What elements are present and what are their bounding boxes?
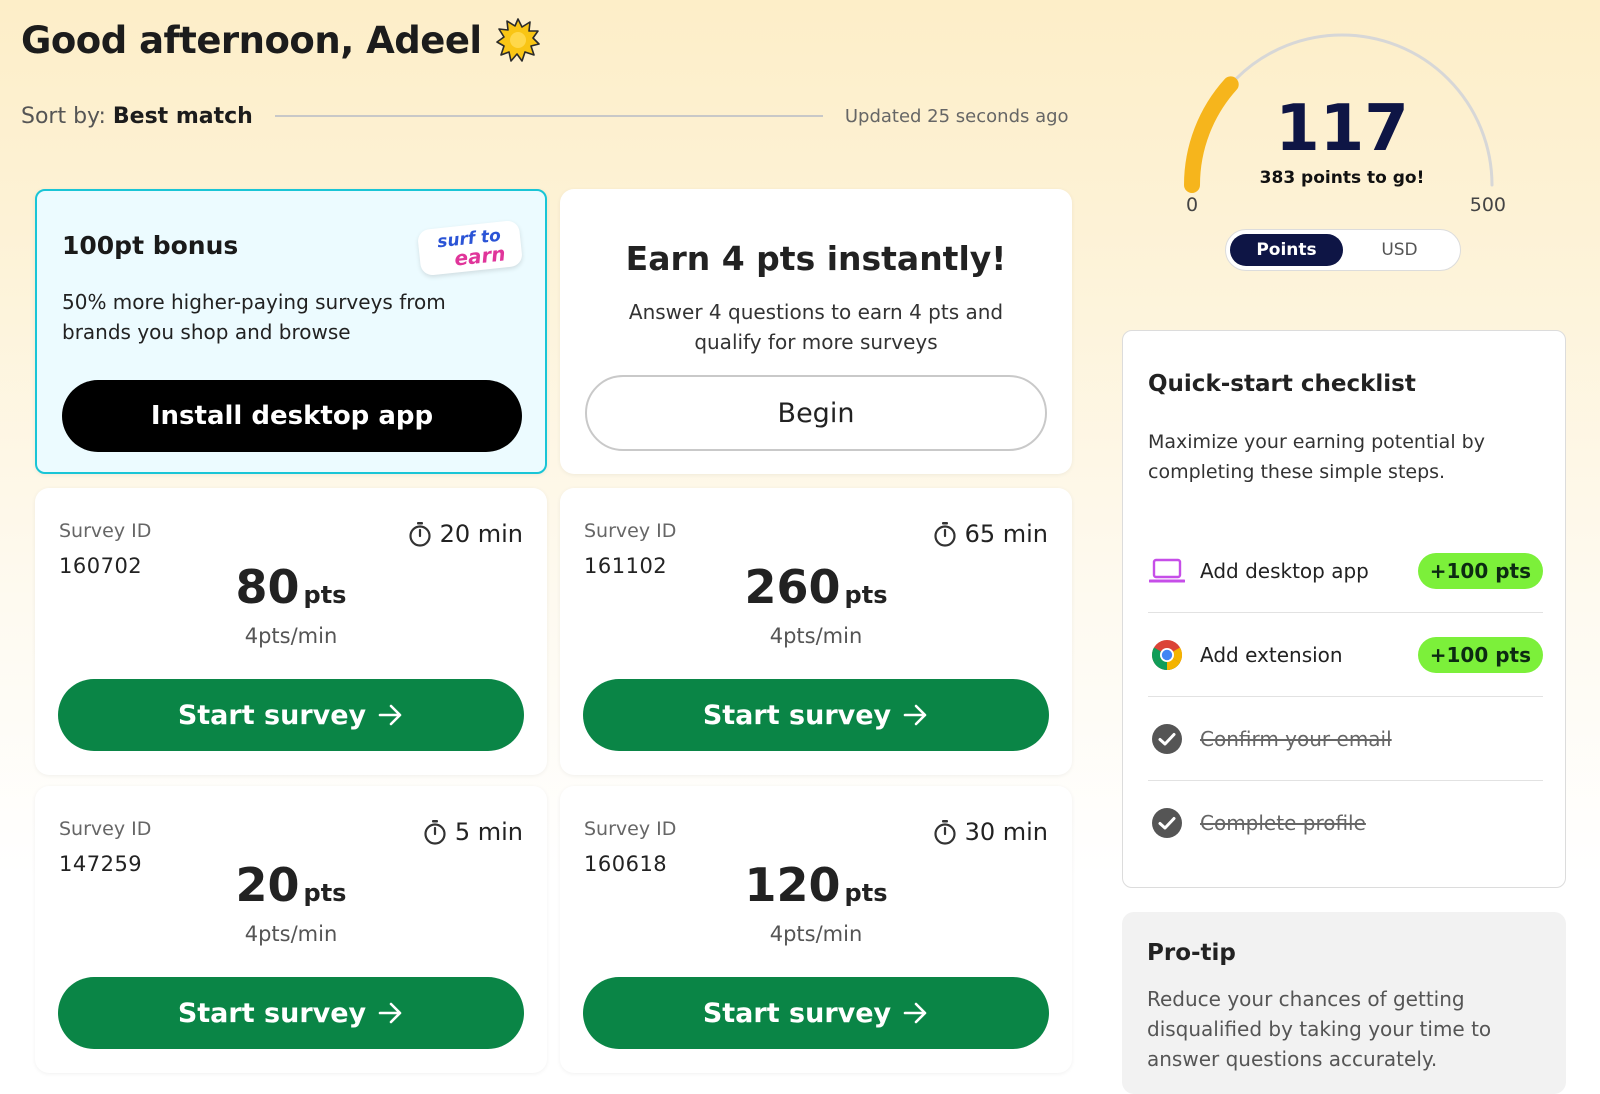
toggle-usd[interactable]: USD (1343, 234, 1456, 266)
survey-points-value: 260 (744, 560, 841, 614)
install-desktop-app-button[interactable]: Install desktop app (62, 380, 522, 452)
survey-rate: 4pts/min (244, 922, 338, 946)
updated-timestamp: Updated 25 seconds ago (844, 105, 1069, 127)
survey-card: Survey ID 160702 20 min 80 pts 4pts/min S… (35, 488, 547, 775)
start-survey-label: Start survey (177, 699, 367, 731)
survey-points-value: 20 (235, 858, 300, 912)
pro-tip-panel: Pro-tip Reduce your chances of getting d… (1122, 912, 1566, 1094)
checklist-item-label: Add extension (1200, 642, 1343, 667)
checklist-item-extension[interactable]: Add extension +100 pts (1148, 613, 1543, 697)
earn-title: Earn 4 pts instantly! (625, 239, 1007, 278)
sort-divider (274, 115, 823, 117)
points-badge: +100 pts (1417, 636, 1543, 673)
bonus-title: 100pt bonus (62, 231, 239, 260)
survey-card: Survey ID 147259 5 min 20 pts 4pts/min St… (35, 786, 547, 1073)
start-survey-button[interactable]: Start survey (58, 977, 524, 1049)
start-survey-button[interactable]: Start survey (58, 679, 524, 751)
survey-points-unit: pts (844, 879, 888, 907)
survey-points-unit: pts (303, 581, 347, 609)
start-survey-label: Start survey (702, 997, 892, 1029)
survey-rate: 4pts/min (244, 624, 338, 648)
arrow-right-icon (903, 1002, 927, 1024)
stopwatch-icon (933, 522, 956, 547)
survey-points: 20 pts (35, 858, 547, 912)
survey-card: Survey ID 160618 30 min 120 pts 4pts/min … (560, 786, 1072, 1073)
start-survey-label: Start survey (177, 997, 367, 1029)
checklist-description: Maximize your earning potential by compl… (1148, 431, 1485, 483)
survey-id-label: Survey ID (584, 818, 677, 840)
survey-id-label: Survey ID (59, 818, 152, 840)
points-to-go: 383 points to go! (1259, 168, 1425, 188)
survey-duration: 20 min (408, 520, 523, 548)
toggle-points[interactable]: Points (1230, 234, 1343, 266)
survey-card: Survey ID 161102 65 min 260 pts 4pts/min … (560, 488, 1072, 775)
arrow-right-icon (378, 1002, 402, 1024)
start-survey-label: Start survey (702, 699, 892, 731)
survey-points-unit: pts (844, 581, 888, 609)
checklist-item-desktop-app[interactable]: Add desktop app +100 pts (1148, 529, 1543, 613)
gauge-max-label: 500 (1469, 194, 1506, 216)
logo-text-2: earn (453, 241, 507, 271)
survey-points: 80 pts (35, 560, 547, 614)
check-circle-icon (1148, 720, 1186, 758)
checklist-item-label: Add desktop app (1200, 558, 1369, 583)
stopwatch-icon (408, 522, 431, 547)
checklist-item-label: Complete profile (1200, 811, 1366, 835)
pro-tip-title: Pro-tip (1147, 940, 1236, 966)
survey-duration-text: 30 min (964, 818, 1048, 846)
sun-icon (495, 18, 540, 62)
points-gauge: 117 383 points to go! 0 500 (1172, 22, 1512, 222)
survey-points: 260 pts (560, 560, 1072, 614)
arrow-right-icon (378, 704, 402, 726)
greeting-heading: Good afternoon, Adeel (21, 18, 540, 62)
bonus-description: 50% more higher-paying surveys from bran… (62, 290, 446, 344)
points-badge: +100 pts (1417, 552, 1543, 589)
currency-toggle: Points USD (1225, 229, 1461, 271)
points-balance: 117 (1275, 92, 1409, 166)
survey-duration: 5 min (423, 818, 523, 846)
check-circle-icon (1148, 804, 1186, 842)
laptop-icon (1148, 552, 1186, 590)
stopwatch-icon (933, 820, 956, 845)
survey-rate: 4pts/min (769, 624, 863, 648)
survey-id-label: Survey ID (59, 520, 152, 542)
survey-id-label: Survey ID (584, 520, 677, 542)
survey-duration: 30 min (933, 818, 1048, 846)
survey-duration-text: 20 min (439, 520, 523, 548)
sort-bar: Sort by: Best match Updated 25 seconds a… (21, 100, 1086, 132)
gauge-min-label: 0 (1186, 194, 1199, 216)
survey-points-value: 80 (235, 560, 300, 614)
survey-duration-text: 5 min (454, 818, 523, 846)
checklist-title: Quick-start checklist (1148, 371, 1416, 397)
start-survey-button[interactable]: Start survey (583, 977, 1049, 1049)
arrow-right-icon (903, 704, 927, 726)
survey-duration: 65 min (933, 520, 1048, 548)
bonus-card: 100pt bonus surf to earn 50% more higher… (35, 189, 547, 474)
survey-rate: 4pts/min (769, 922, 863, 946)
survey-points-value: 120 (744, 858, 841, 912)
earn-instantly-card: Earn 4 pts instantly! Answer 4 questions… (560, 189, 1072, 474)
earn-description: Answer 4 questions to earn 4 pts and qua… (628, 300, 1004, 354)
pro-tip-text: Reduce your chances of getting disqualif… (1147, 987, 1492, 1071)
greeting-text: Good afternoon, Adeel (21, 18, 482, 62)
sort-dropdown[interactable]: Best match (113, 104, 253, 129)
begin-button[interactable]: Begin (585, 375, 1047, 451)
stopwatch-icon (424, 820, 446, 845)
quick-start-checklist: Quick-start checklist Maximize your earn… (1122, 330, 1566, 888)
survey-duration-text: 65 min (964, 520, 1048, 548)
surf-to-earn-logo: surf to earn (416, 219, 524, 277)
survey-points: 120 pts (560, 858, 1072, 912)
checklist-item-complete-profile[interactable]: Complete profile (1148, 781, 1543, 865)
checklist-item-confirm-email[interactable]: Confirm your email (1148, 697, 1543, 781)
sort-label: Sort by: (21, 103, 106, 129)
chrome-icon (1148, 636, 1186, 674)
start-survey-button[interactable]: Start survey (583, 679, 1049, 751)
checklist-item-label: Confirm your email (1200, 726, 1392, 751)
survey-points-unit: pts (303, 879, 347, 907)
